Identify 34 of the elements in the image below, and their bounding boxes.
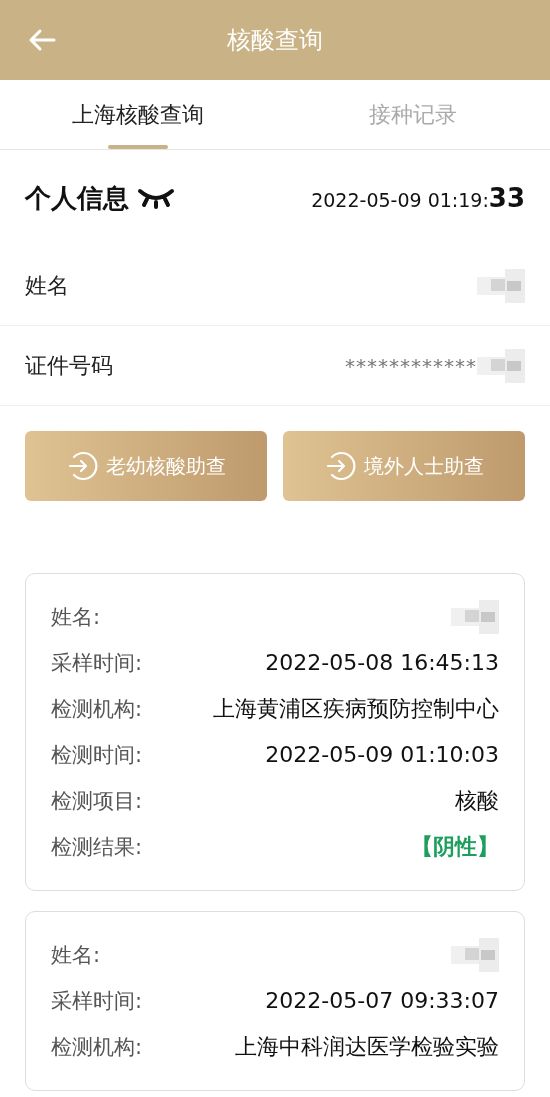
blurred-value [451, 938, 499, 972]
timestamp-seconds: 33 [488, 181, 525, 215]
login-arrow-icon [324, 450, 356, 482]
login-arrow-icon [66, 450, 98, 482]
field-value: 上海黄浦区疾病预防控制中心 [213, 695, 499, 723]
field-label: 检测项目: [51, 788, 143, 815]
field-label: 采样时间: [51, 650, 143, 677]
info-label: 证件号码 [25, 352, 113, 380]
closed-eye-icon[interactable] [137, 187, 175, 209]
field-value: 2022-05-08 16:45:13 [265, 649, 499, 677]
field-label: 采样时间: [51, 988, 143, 1015]
assist-query-button[interactable]: 境外人士助查 [283, 431, 525, 501]
field-label: 检测机构: [51, 696, 143, 723]
timestamp: 2022-05-09 01:19: [311, 187, 489, 213]
tab[interactable]: 接种记录 [275, 80, 550, 149]
page-title: 核酸查询 [227, 25, 323, 56]
blurred-value [477, 348, 525, 383]
field-label: 检测机构: [51, 1034, 143, 1061]
id-number: ************ [345, 352, 477, 380]
field-label: 检测时间: [51, 742, 143, 769]
field-label: 姓名: [51, 604, 101, 631]
test-result: 【阴性】 [411, 833, 499, 861]
field-value: 核酸 [455, 787, 499, 815]
tab[interactable]: 上海核酸查询 [0, 80, 275, 149]
field-value: 2022-05-07 09:33:07 [265, 987, 499, 1015]
blurred-value [451, 600, 499, 634]
blurred-value [477, 268, 525, 303]
field-value: 上海中科润达医学检验实验 [235, 1033, 499, 1061]
info-label: 姓名 [25, 272, 69, 300]
field-value: 2022-05-09 01:10:03 [265, 741, 499, 769]
assist-query-button[interactable]: 老幼核酸助查 [25, 431, 267, 501]
field-label: 姓名: [51, 942, 101, 969]
field-label: 检测结果: [51, 834, 143, 861]
section-title: 个人信息 [25, 181, 129, 215]
